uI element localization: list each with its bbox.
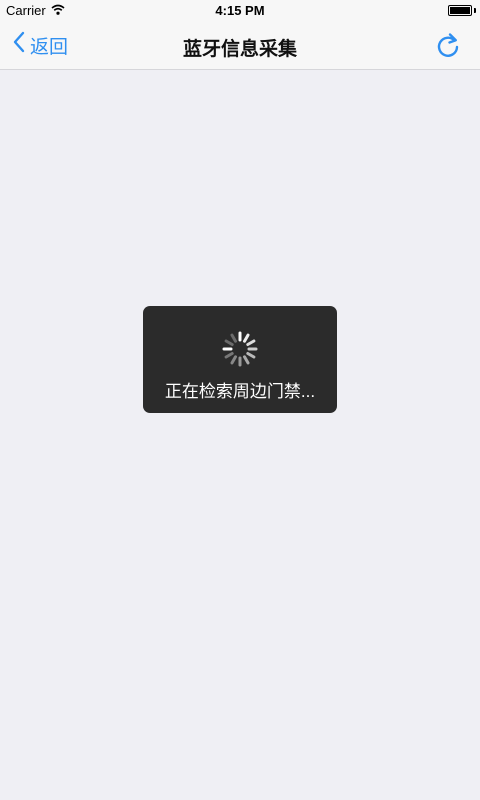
refresh-button[interactable] — [434, 32, 462, 60]
loading-spinner-icon — [220, 329, 260, 369]
battery-icon — [448, 5, 472, 16]
navigation-bar: 返回 蓝牙信息采集 — [0, 22, 480, 70]
loading-hud: 正在检索周边门禁... — [143, 306, 337, 413]
battery-cap — [474, 8, 476, 13]
loading-message: 正在检索周边门禁... — [164, 382, 316, 401]
page-title: 蓝牙信息采集 — [182, 39, 297, 60]
status-time: 4:15 PM — [215, 3, 265, 18]
status-bar: Carrier 4:15 PM — [0, 0, 480, 22]
battery-level — [450, 7, 470, 14]
app-screen: Carrier 4:15 PM 返回 蓝牙信息采集 正在检索周边门禁... — [0, 0, 480, 800]
refresh-icon — [434, 33, 462, 64]
